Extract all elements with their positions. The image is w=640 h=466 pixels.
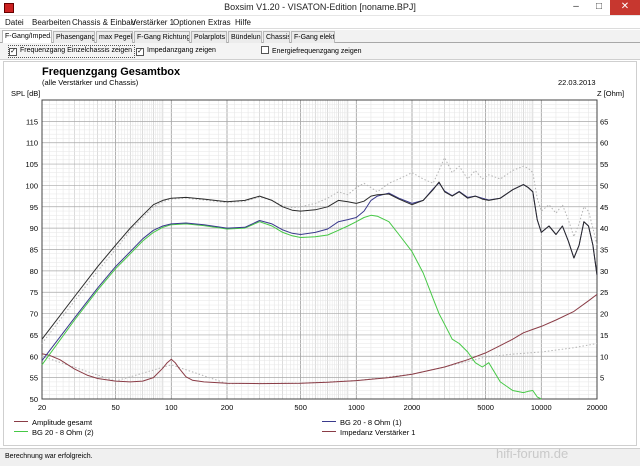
x-tick-label: 20 (38, 403, 46, 412)
y-tick-label-left: 95 (30, 203, 38, 212)
y-tick-label-left: 85 (30, 246, 38, 255)
legend-swatch (322, 431, 336, 432)
y-tick-label-right: 20 (600, 310, 608, 319)
legend-item: Amplitude gesamt (14, 418, 92, 427)
x-tick-label: 1000 (348, 403, 365, 412)
y-tick-label-right: 65 (600, 117, 608, 126)
y-tick-label-left: 50 (30, 395, 38, 404)
legend-item: BG 20 - 8 Ohm (2) (14, 428, 94, 437)
x-tick-label: 20000 (587, 403, 608, 412)
y-tick-label-left: 75 (30, 288, 38, 297)
y-tick-label-left: 105 (25, 160, 38, 169)
y-tick-label-right: 30 (600, 267, 608, 276)
y-tick-label-right: 45 (600, 203, 608, 212)
y-tick-label-right: 60 (600, 139, 608, 148)
y-tick-label-right: 50 (600, 181, 608, 190)
legend-item: BG 20 - 8 Ohm (1) (322, 418, 402, 427)
x-tick-label: 5000 (477, 403, 494, 412)
frequency-response-chart: 20 50 100 200 500 1000 2000 5000 10000 2000050556… (25, 99, 608, 412)
x-tick-label: 200 (221, 403, 234, 412)
legend-label: BG 20 - 8 Ohm (1) (340, 418, 402, 427)
y-tick-label-left: 110 (26, 139, 38, 148)
y-tick-label-left: 100 (25, 181, 38, 190)
legend-swatch (322, 421, 336, 422)
status-text: Berechnung war erfolgreich. (5, 453, 93, 460)
x-tick-label: 2000 (404, 403, 421, 412)
x-tick-label: 10000 (531, 403, 552, 412)
y-tick-label-left: 65 (30, 331, 38, 340)
legend-swatch (14, 421, 28, 422)
y-tick-label-right: 35 (600, 246, 608, 255)
y-tick-label-left: 80 (30, 267, 38, 276)
y-tick-label-right: 10 (600, 352, 608, 361)
x-tick-label: 50 (111, 403, 119, 412)
y-tick-label-left: 90 (30, 224, 38, 233)
legend-label: Impedanz Verstärker 1 (340, 428, 416, 437)
y-tick-label-right: 15 (600, 331, 608, 340)
y-tick-label-right: 5 (600, 374, 604, 383)
y-tick-label-left: 115 (26, 117, 38, 126)
y-tick-label-left: 70 (30, 310, 38, 319)
legend-label: BG 20 - 8 Ohm (2) (32, 428, 94, 437)
x-tick-label: 100 (165, 403, 178, 412)
y-tick-label-right: 55 (600, 160, 608, 169)
y-tick-label-left: 55 (30, 374, 38, 383)
x-tick-label: 500 (294, 403, 307, 412)
legend-label: Amplitude gesamt (32, 418, 93, 427)
legend-swatch (14, 431, 28, 432)
legend-item: Impedanz Verstärker 1 (322, 428, 415, 437)
y-tick-label-right: 25 (600, 288, 608, 297)
y-tick-label-left: 60 (30, 352, 38, 361)
watermark-logo: hifi-forum.de (496, 446, 569, 461)
y-tick-label-right: 40 (600, 224, 608, 233)
